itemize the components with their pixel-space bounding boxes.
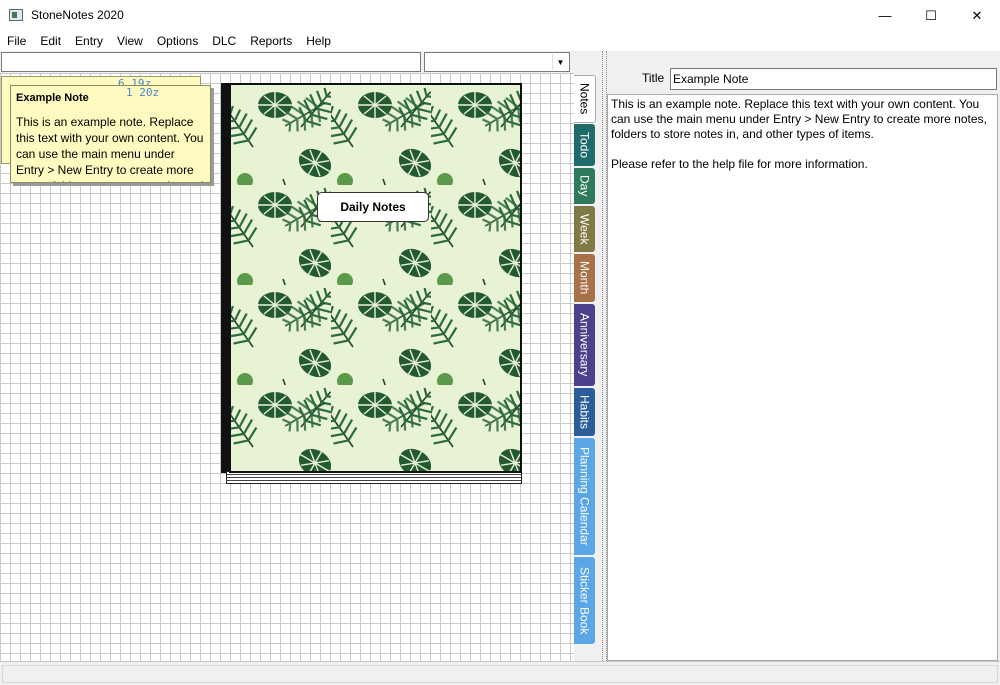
- tab-anniversary-label: Anniversary: [577, 313, 592, 377]
- menu-reports[interactable]: Reports: [243, 31, 299, 51]
- sticky-number: 1 20z: [126, 86, 160, 99]
- minimize-button[interactable]: —: [862, 0, 908, 31]
- tab-week[interactable]: Week: [574, 206, 595, 252]
- menu-options[interactable]: Options: [150, 31, 205, 51]
- maximize-button[interactable]: ☐: [908, 0, 954, 31]
- notebook-daily-notes[interactable]: Daily Notes: [229, 83, 522, 473]
- tab-month[interactable]: Month: [574, 254, 595, 302]
- menu-file[interactable]: File: [0, 31, 33, 51]
- tab-todo-label: Todo: [577, 131, 592, 159]
- sticky-note-body: This is an example note. Replace this te…: [16, 115, 204, 182]
- tab-todo[interactable]: Todo: [574, 124, 595, 166]
- palm-leaf-pattern: [231, 85, 520, 471]
- status-panel: [2, 665, 998, 683]
- note-editor-panel: Title Example Note This is an example no…: [607, 51, 1000, 661]
- app-icon: [9, 9, 23, 21]
- tab-planning-calendar[interactable]: Planning Calendar: [574, 438, 595, 555]
- note-paragraph: Please refer to the help file for more i…: [611, 157, 868, 171]
- close-button[interactable]: ✕: [954, 0, 1000, 31]
- notebook-label: Daily Notes: [317, 192, 429, 222]
- title-label: Title: [642, 71, 665, 85]
- sticky-note-title: Example Note: [16, 92, 89, 104]
- note-body-editor[interactable]: This is an example note. Replace this te…: [607, 94, 998, 661]
- title-input[interactable]: Example Note: [670, 68, 997, 90]
- category-tabs: Notes Todo Day Week Month Anniversary Ha…: [574, 51, 602, 661]
- menu-view[interactable]: View: [110, 31, 150, 51]
- chevron-down-icon[interactable]: ▼: [552, 54, 568, 70]
- status-bar: [0, 661, 1000, 685]
- tab-month-label: Month: [577, 261, 592, 295]
- tab-day-label: Day: [577, 175, 592, 197]
- tab-habits[interactable]: Habits: [574, 388, 595, 436]
- tab-habits-label: Habits: [577, 394, 592, 429]
- tab-notes-label: Notes: [577, 83, 592, 115]
- tab-sticker-book-label: Sticker Book: [577, 566, 592, 635]
- board-canvas[interactable]: 6 19z 1 20z Example Note This is an exam…: [0, 73, 574, 661]
- note-paragraph: This is an example note. Replace this te…: [611, 97, 987, 141]
- tab-day[interactable]: Day: [574, 168, 595, 204]
- tab-week-label: Week: [577, 213, 592, 245]
- canvas-toolbar: ▼: [0, 51, 574, 73]
- menu-edit[interactable]: Edit: [33, 31, 68, 51]
- view-select[interactable]: ▼: [424, 52, 570, 72]
- tab-notes[interactable]: Notes: [574, 75, 596, 123]
- tab-planning-calendar-label: Planning Calendar: [577, 447, 592, 546]
- menu-dlc[interactable]: DLC: [205, 31, 243, 51]
- menu-bar: File Edit Entry View Options DLC Reports…: [0, 31, 1000, 51]
- menu-entry[interactable]: Entry: [68, 31, 110, 51]
- path-input[interactable]: [1, 52, 421, 72]
- tab-anniversary[interactable]: Anniversary: [574, 304, 595, 386]
- title-bar: StoneNotes 2020 — ☐ ✕: [0, 0, 1000, 31]
- sticky-note[interactable]: 1 20z Example Note This is an example no…: [10, 85, 211, 183]
- tab-sticker-book[interactable]: Sticker Book: [574, 557, 595, 644]
- menu-help[interactable]: Help: [299, 31, 338, 51]
- window-title: StoneNotes 2020: [31, 8, 124, 22]
